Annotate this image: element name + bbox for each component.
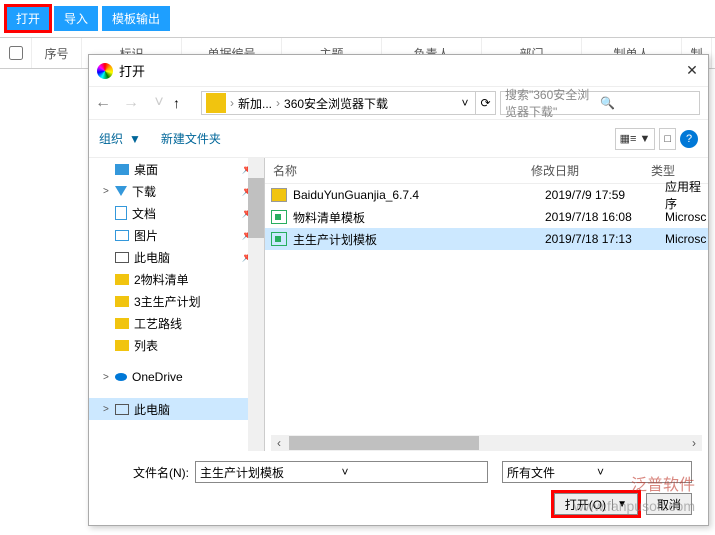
tree-node[interactable]: 桌面📌 (89, 158, 264, 180)
open-file-button[interactable]: 打开(O)▼ (554, 493, 638, 515)
crumb-2[interactable]: 360安全浏览器下载 (280, 95, 392, 112)
crumb-1[interactable]: 新加... (234, 95, 276, 112)
refresh-icon[interactable]: ⟳ (475, 92, 495, 114)
file-icon (271, 232, 287, 246)
nav-recent-icon[interactable]: ˅ (145, 94, 173, 112)
filetype-select[interactable]: 所有文件 ˅ (502, 461, 692, 483)
col-header-type[interactable]: 类型 (643, 162, 708, 179)
file-open-dialog: 打开 ✕ ← → ˅ ↑ › 新加... › 360安全浏览器下载 ˅ ⟳ 搜索… (88, 54, 709, 526)
nav-back-icon[interactable]: ← (89, 94, 117, 112)
app-icon (97, 63, 113, 79)
tree-node[interactable]: 3主生产计划 (89, 290, 264, 312)
preview-pane-button[interactable]: □ (659, 128, 676, 150)
folder-icon (206, 93, 226, 113)
cancel-button[interactable]: 取消 (646, 493, 692, 515)
help-icon[interactable]: ? (680, 130, 698, 148)
file-icon (271, 210, 287, 224)
organize-dropdown-icon[interactable]: ▼ (129, 132, 141, 146)
address-bar[interactable]: › 新加... › 360安全浏览器下载 ˅ ⟳ (201, 91, 496, 115)
main-toolbar: 打开 导入 模板输出 (0, 0, 715, 37)
tree-node[interactable]: >下载📌 (89, 180, 264, 202)
scroll-thumb[interactable] (289, 436, 479, 450)
open-button[interactable]: 打开 (6, 6, 50, 31)
tree-node[interactable]: >OneDrive (89, 366, 264, 388)
file-icon (271, 188, 287, 202)
organize-menu[interactable]: 组织 (99, 130, 123, 147)
dialog-title: 打开 (119, 61, 684, 80)
nav-up-icon[interactable]: ↑ (173, 95, 197, 111)
search-input[interactable]: 搜索"360安全浏览器下载" 🔍 (500, 91, 700, 115)
new-folder-button[interactable]: 新建文件夹 (161, 130, 221, 147)
import-button[interactable]: 导入 (54, 6, 98, 31)
filetype-dropdown-icon[interactable]: ˅ (597, 465, 687, 479)
col-header-date[interactable]: 修改日期 (523, 162, 643, 179)
tree-node[interactable]: 文档📌 (89, 202, 264, 224)
tree-node[interactable]: 2物料清单 (89, 268, 264, 290)
scroll-left-icon[interactable]: ‹ (271, 436, 287, 450)
tree-node[interactable]: 此电脑📌 (89, 246, 264, 268)
tree-node[interactable]: >此电脑 (89, 398, 264, 420)
search-placeholder: 搜索"360安全浏览器下载" (505, 86, 600, 120)
filename-dropdown-icon[interactable]: ˅ (342, 465, 484, 479)
horizontal-scrollbar[interactable]: ‹ › (271, 435, 702, 451)
crumb-dropdown-icon[interactable]: ˅ (455, 96, 475, 110)
filename-input[interactable]: 主生产计划模板 ˅ (195, 461, 488, 483)
vertical-scrollbar[interactable] (248, 158, 264, 451)
file-list: 名称 修改日期 类型 BaiduYunGuanjia_6.7.42019/7/9… (265, 158, 708, 451)
search-icon[interactable]: 🔍 (600, 96, 695, 110)
scroll-right-icon[interactable]: › (686, 436, 702, 450)
filename-label: 文件名(N): (105, 464, 189, 481)
tree-node[interactable]: 图片📌 (89, 224, 264, 246)
file-row[interactable]: 主生产计划模板2019/7/18 17:13Microsc (265, 228, 708, 250)
nav-tree: 桌面📌>下载📌文档📌图片📌此电脑📌2物料清单3主生产计划工艺路线列表 >OneDr… (89, 158, 265, 451)
tree-node[interactable]: 列表 (89, 334, 264, 356)
col-seq[interactable]: 序号 (32, 38, 82, 68)
col-header-name[interactable]: 名称 (265, 162, 523, 179)
file-row[interactable]: 物料清单模板2019/7/18 16:08Microsc (265, 206, 708, 228)
export-button[interactable]: 模板输出 (102, 6, 170, 31)
tree-node[interactable]: 工艺路线 (89, 312, 264, 334)
close-icon[interactable]: ✕ (684, 63, 700, 79)
view-mode-button[interactable]: ▦≡ ▼ (615, 128, 656, 150)
select-all-checkbox[interactable] (9, 46, 23, 60)
open-split-icon[interactable]: ▼ (612, 499, 627, 510)
nav-fwd-icon: → (117, 94, 145, 112)
file-row[interactable]: BaiduYunGuanjia_6.7.42019/7/9 17:59应用程序 (265, 184, 708, 206)
